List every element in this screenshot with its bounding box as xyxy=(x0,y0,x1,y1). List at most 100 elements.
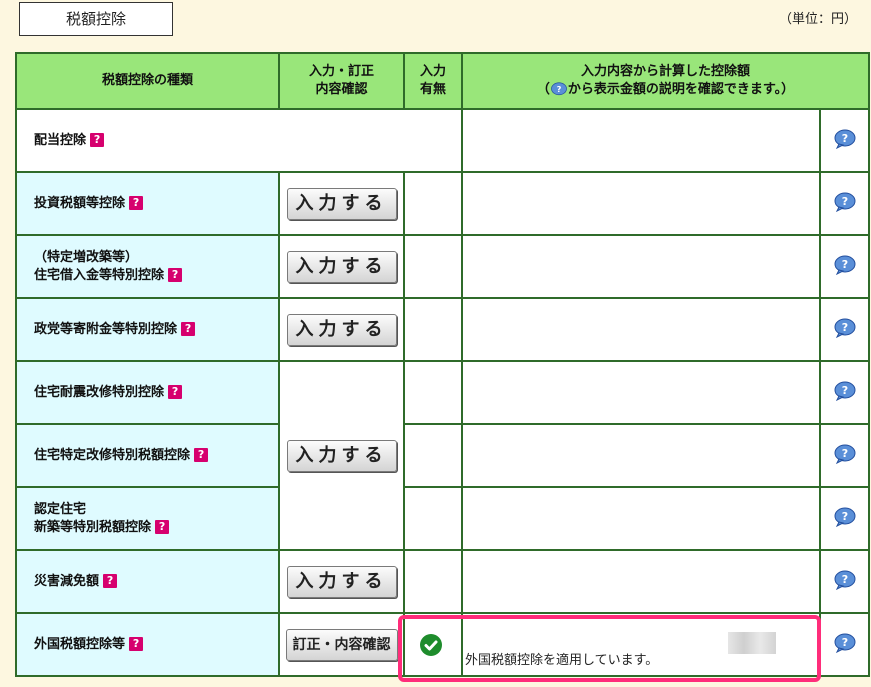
svg-text:?: ? xyxy=(841,195,847,208)
amount-cell xyxy=(461,486,821,551)
button-cell: 入力する xyxy=(278,360,405,551)
question-badge-icon[interactable]: ? xyxy=(168,268,183,282)
question-badge-icon[interactable]: ? xyxy=(90,133,105,147)
help-cell: ? xyxy=(819,297,870,362)
question-badge-icon[interactable]: ? xyxy=(129,196,144,210)
help-bubble-icon[interactable]: ? xyxy=(833,318,857,338)
button-cell: 入力する xyxy=(278,171,405,236)
svg-text:?: ? xyxy=(841,132,847,145)
help-bubble-icon[interactable]: ? xyxy=(833,633,857,653)
row-label-specific-renovation: 住宅特定改修特別税額控除? xyxy=(15,423,280,488)
row-label-certified-housing: 認定住宅新築等特別税額控除? xyxy=(15,486,280,551)
has-input-cell xyxy=(403,360,463,425)
table-row: 投資税額等控除? 入力する ? xyxy=(15,171,870,236)
row-label-seismic: 住宅耐震改修特別控除? xyxy=(15,360,280,425)
foreign-tax-applied-message: 外国税額控除を適用しています。 xyxy=(465,653,659,668)
unit-label: （単位：円） xyxy=(778,12,857,27)
amount-cell xyxy=(461,108,821,173)
help-cell: ? xyxy=(819,486,870,551)
has-input-cell xyxy=(403,423,463,488)
svg-text:?: ? xyxy=(841,321,847,334)
svg-text:?: ? xyxy=(841,258,847,271)
table-row: 住宅特定改修特別税額控除? ? xyxy=(15,423,870,488)
help-bubble-icon[interactable]: ? xyxy=(833,255,857,275)
input-button-disaster[interactable]: 入力する xyxy=(286,565,397,598)
question-badge-icon[interactable]: ? xyxy=(168,385,183,399)
input-button-political-donation[interactable]: 入力する xyxy=(286,313,397,346)
row-label-line1: 認定住宅 xyxy=(34,501,87,517)
help-bubble-icon[interactable]: ? xyxy=(833,192,857,212)
table-row: （特定増改築等） 住宅借入金等特別控除? 入力する ? xyxy=(15,234,870,299)
input-button-investment[interactable]: 入力する xyxy=(286,187,397,220)
help-bubble-icon[interactable]: ? xyxy=(833,507,857,527)
help-bubble-icon[interactable]: ? xyxy=(833,129,857,149)
col-header-amount-pre: （ xyxy=(536,82,550,97)
row-label-text: 配当控除 xyxy=(34,132,87,148)
table-row: 災害減免額? 入力する ? xyxy=(15,549,870,614)
col-header-input-line1: 入力・訂正 xyxy=(308,64,374,79)
row-label-disaster: 災害減免額? xyxy=(15,549,280,614)
svg-text:?: ? xyxy=(557,84,562,94)
row-label-dividend: 配当控除? xyxy=(15,108,463,173)
button-cell: 入力する xyxy=(278,297,405,362)
help-cell: ? xyxy=(819,108,870,173)
button-cell: 入力する xyxy=(278,234,405,299)
amount-cell xyxy=(461,360,821,425)
input-button-housing-renovation[interactable]: 入力する xyxy=(286,439,397,472)
question-badge-icon[interactable]: ? xyxy=(155,520,170,534)
help-cell: ? xyxy=(819,360,870,425)
has-input-cell xyxy=(403,297,463,362)
col-header-type: 税額控除の種類 xyxy=(15,52,280,110)
row-label-text: 政党等寄附金等特別控除 xyxy=(34,321,178,337)
svg-text:?: ? xyxy=(841,384,847,397)
input-button-housing-loan[interactable]: 入力する xyxy=(286,250,397,283)
help-cell: ? xyxy=(819,423,870,488)
redacted-amount xyxy=(728,632,776,654)
amount-cell xyxy=(461,423,821,488)
row-label-line1: （特定増改築等） xyxy=(34,249,139,265)
row-label-housing-loan: （特定増改築等） 住宅借入金等特別控除? xyxy=(15,234,280,299)
row-label-text: 住宅特定改修特別税額控除 xyxy=(34,447,191,463)
svg-text:?: ? xyxy=(841,573,847,586)
amount-cell xyxy=(461,549,821,614)
help-cell: ? xyxy=(819,234,870,299)
row-label-foreign-tax: 外国税額控除等? xyxy=(15,612,280,677)
col-header-has-line2: 有無 xyxy=(419,82,446,97)
help-bubble-icon[interactable]: ? xyxy=(833,381,857,401)
has-input-cell xyxy=(403,549,463,614)
col-header-input-line2: 内容確認 xyxy=(315,82,368,97)
row-label-text: 災害減免額 xyxy=(34,573,100,589)
help-bubble-icon[interactable]: ? xyxy=(833,570,857,590)
col-header-amount-line1: 入力内容から計算した控除額 xyxy=(580,64,750,79)
amount-cell xyxy=(461,297,821,362)
row-label-line2: 新築等特別税額控除 xyxy=(34,519,152,535)
tax-credit-table: 税額控除の種類 入力・訂正 内容確認 入力 有無 入力内容から計算した控除額 （… xyxy=(15,52,870,677)
svg-text:?: ? xyxy=(841,636,847,649)
help-cell: ? xyxy=(819,549,870,614)
correct-confirm-button[interactable]: 訂正・内容確認 xyxy=(285,628,398,661)
col-header-has-input: 入力 有無 xyxy=(403,52,463,110)
table-header-row: 税額控除の種類 入力・訂正 内容確認 入力 有無 入力内容から計算した控除額 （… xyxy=(15,52,870,110)
svg-text:?: ? xyxy=(841,447,847,460)
row-label-text: 投資税額等控除 xyxy=(34,195,126,211)
has-input-cell xyxy=(403,171,463,236)
has-input-cell xyxy=(403,234,463,299)
question-badge-icon[interactable]: ? xyxy=(103,574,118,588)
help-cell: ? xyxy=(819,171,870,236)
help-bubble-icon[interactable]: ? xyxy=(833,444,857,464)
svg-text:?: ? xyxy=(841,510,847,523)
section-title: 税額控除 xyxy=(19,2,173,36)
row-label-investment: 投資税額等控除? xyxy=(15,171,280,236)
row-label-text: 住宅耐震改修特別控除 xyxy=(34,384,165,400)
col-header-input: 入力・訂正 内容確認 xyxy=(278,52,405,110)
amount-cell xyxy=(461,171,821,236)
question-badge-icon[interactable]: ? xyxy=(181,322,196,336)
help-cell: ? xyxy=(819,612,870,677)
row-label-political-donation: 政党等寄附金等特別控除? xyxy=(15,297,280,362)
table-row: 認定住宅新築等特別税額控除? ? xyxy=(15,486,870,551)
table-row: 政党等寄附金等特別控除? 入力する ? xyxy=(15,297,870,362)
col-header-amount: 入力内容から計算した控除額 （? から表示金額の説明を確認できます。） xyxy=(461,52,870,110)
help-bubble-icon: ? xyxy=(550,82,568,97)
question-badge-icon[interactable]: ? xyxy=(129,637,144,651)
question-badge-icon[interactable]: ? xyxy=(194,448,209,462)
